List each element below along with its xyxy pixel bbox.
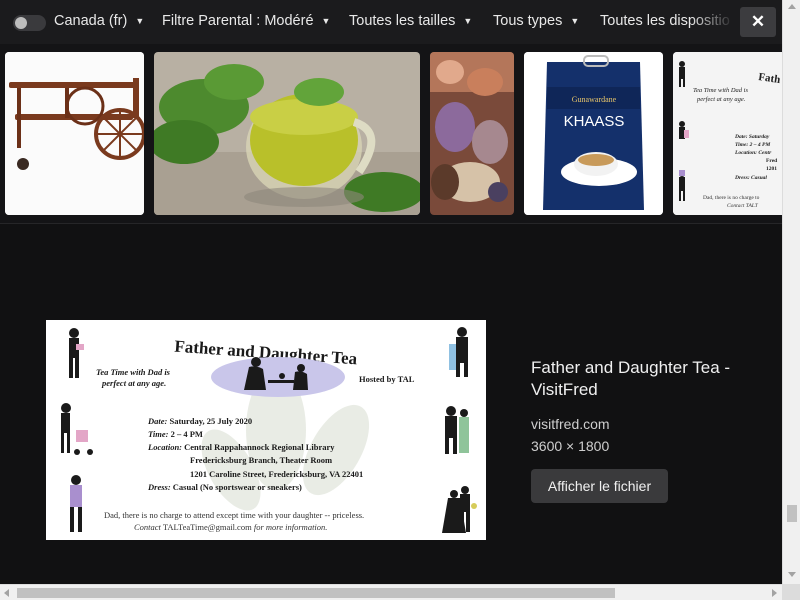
khaass-sub: Gunawardane: [572, 95, 617, 104]
flyer-contact-email: TALTeaTime@gmail.com: [163, 522, 252, 532]
khaass-package-image: Gunawardane KHAASS: [524, 52, 663, 215]
thumbnail-khaass-tea[interactable]: Gunawardane KHAASS: [524, 52, 663, 215]
flyer-tagline-1: Tea Time with Dad is: [96, 367, 171, 377]
tea-cart-image: [5, 52, 144, 215]
flyer-date-label: Date:: [147, 416, 168, 426]
preview-domain[interactable]: visitfred.com: [531, 416, 610, 432]
flyer-thumb-image: Fath Tea Time with Dad is perfect at any…: [673, 52, 782, 215]
flyer-location-1: Central Rappahannock Regional Library: [184, 442, 335, 452]
scroll-down-arrow-icon[interactable]: [788, 572, 796, 577]
scrollbar-corner: [782, 584, 800, 600]
flyer-image: Father and Daughter Tea Tea Time with Da…: [46, 320, 486, 540]
flyer-hosted: Hosted by TAL: [359, 374, 415, 384]
flyer-thumb-tagline-1: Tea Time with Dad is: [693, 87, 748, 94]
type-filter[interactable]: Tous types ▼: [493, 13, 579, 29]
tea-party-image: [430, 52, 514, 215]
close-button[interactable]: ✕: [740, 7, 776, 37]
flyer-thumb-tagline-2: perfect at any age.: [696, 96, 746, 103]
filter-fade: [690, 0, 735, 44]
region-label: Canada (fr): [54, 13, 128, 29]
flyer-date: Saturday, 25 July 2020: [169, 416, 252, 426]
flyer-note: Dad, there is no charge to attend except…: [104, 510, 364, 520]
preview-dimensions: 3600 × 1800: [531, 438, 610, 454]
close-icon: ✕: [750, 12, 766, 31]
flyer-dress: Casual (No sportswear or sneakers): [173, 482, 302, 492]
thumbnail-flyer[interactable]: Fath Tea Time with Dad is perfect at any…: [673, 52, 782, 215]
chevron-down-icon: ▼: [463, 16, 473, 26]
flyer-thumb-l2: 1201: [766, 166, 777, 172]
thumbnail-mint-tea[interactable]: [154, 52, 420, 215]
flyer-thumb-time: Time: 2 – 4 PM: [735, 142, 771, 148]
preview-image[interactable]: Father and Daughter Tea Tea Time with Da…: [46, 320, 486, 540]
scroll-up-arrow-icon[interactable]: [788, 4, 796, 9]
toggle-knob: [15, 17, 27, 29]
flyer-location-label: Location:: [147, 442, 182, 452]
horizontal-scrollbar[interactable]: [0, 584, 782, 600]
flyer-oval: [211, 357, 345, 397]
region-filter[interactable]: Canada (fr) ▼: [54, 13, 144, 29]
size-filter[interactable]: Toutes les tailles ▼: [349, 13, 472, 29]
chevron-down-icon: ▼: [135, 16, 145, 26]
flyer-location-3: 1201 Caroline Street, Fredericksburg, VA…: [190, 469, 363, 479]
safesearch-toggle[interactable]: [13, 15, 46, 31]
filter-bar: Canada (fr) ▼ Filtre Parental : Modéré ▼ T…: [0, 0, 782, 44]
parental-label: Filtre Parental : Modéré: [162, 13, 314, 29]
chevron-down-icon: ▼: [321, 16, 331, 26]
flyer-dress-label: Dress:: [147, 482, 171, 492]
svg-text:Location: Central Rappahannock: Location: Central Rappahannock Regional …: [147, 442, 335, 452]
flyer-thumb-date: Date: Saturday: [734, 134, 770, 140]
svg-text:Time: 2 – 4 PM: Time: 2 – 4 PM: [148, 429, 203, 439]
svg-text:Dress: Casual (No sportswear o: Dress: Casual (No sportswear or sneakers…: [147, 482, 302, 492]
scroll-left-arrow-icon[interactable]: [4, 589, 9, 597]
vertical-scrollbar[interactable]: [782, 0, 800, 584]
type-label: Tous types: [493, 13, 563, 29]
thumbnail-tea-cart[interactable]: [5, 52, 144, 215]
flyer-tagline-2: perfect at any age.: [101, 378, 166, 388]
view-file-button[interactable]: Afficher le fichier: [531, 469, 668, 503]
flyer-thumb-l1: Fred: [766, 158, 777, 164]
horizontal-scroll-thumb[interactable]: [17, 588, 615, 598]
flyer-time-label: Time:: [148, 429, 169, 439]
mint-tea-image: [154, 52, 420, 215]
flyer-thumb-dress: Dress: Casual: [734, 175, 767, 181]
preview-title[interactable]: Father and Daughter Tea - VisitFred: [531, 357, 751, 401]
thumbnail-strip: Gunawardane KHAASS Fath Tea Time with Da…: [0, 44, 782, 224]
flyer-contact-prefix: Contact: [134, 522, 162, 532]
parental-filter[interactable]: Filtre Parental : Modéré ▼: [162, 13, 330, 29]
vertical-scroll-thumb[interactable]: [787, 505, 797, 522]
scroll-right-arrow-icon[interactable]: [772, 589, 777, 597]
svg-text:Date: Saturday, 25 July 2020: Date: Saturday, 25 July 2020: [147, 416, 252, 426]
size-label: Toutes les tailles: [349, 13, 456, 29]
flyer-thumb-location: Location: Centr: [734, 150, 772, 156]
flyer-thumb-contact: Contact TALT: [727, 203, 759, 209]
svg-text:Contact TALTeaTime@gmail.com f: Contact TALTeaTime@gmail.com for more in…: [134, 522, 327, 532]
thumbnail-tea-party[interactable]: [430, 52, 514, 215]
khaass-brand: KHAASS: [564, 113, 625, 130]
chevron-down-icon: ▼: [570, 16, 580, 26]
flyer-time: 2 – 4 PM: [171, 429, 203, 439]
flyer-location-2: Fredericksburg Branch, Theater Room: [190, 455, 332, 465]
flyer-thumb-note: Dad, there is no charge to: [703, 195, 760, 201]
flyer-contact-suffix: for more information.: [254, 522, 328, 532]
